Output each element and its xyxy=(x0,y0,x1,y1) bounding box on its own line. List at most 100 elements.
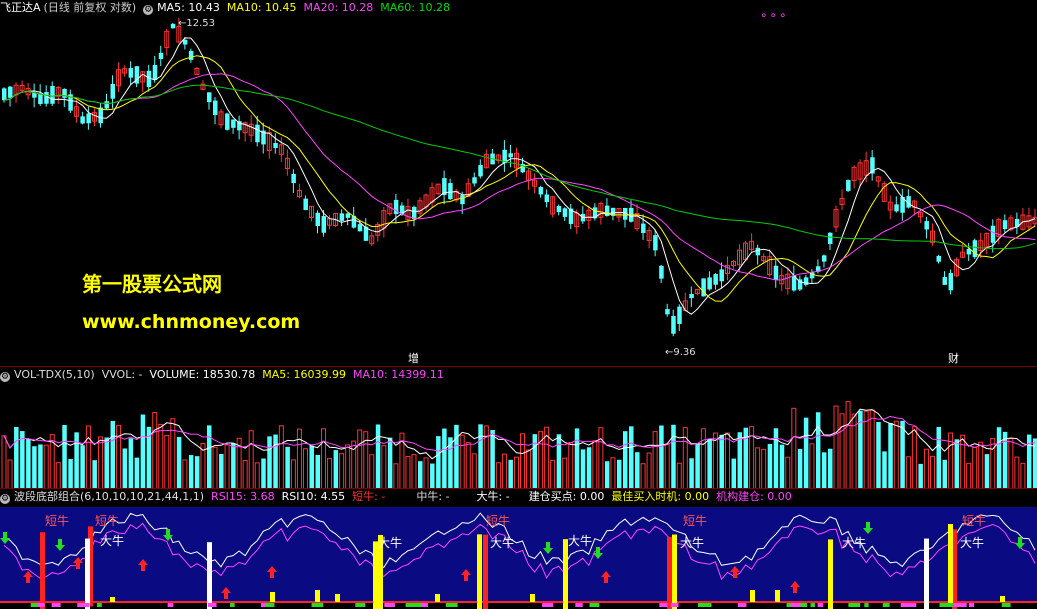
volume-bar-down xyxy=(490,430,495,489)
volume-bar-down xyxy=(309,445,314,489)
volume-bar-down xyxy=(128,438,134,489)
volume-bar-down xyxy=(92,460,97,489)
candle-down xyxy=(38,93,43,105)
volume-bar-up xyxy=(610,457,616,489)
volume-bar-up xyxy=(712,432,718,489)
candle-down xyxy=(478,165,483,177)
volume-bar-down xyxy=(194,456,200,489)
signal-bar xyxy=(563,539,568,609)
candle-down xyxy=(44,92,49,104)
candle-down xyxy=(538,187,544,195)
inst-build-readout: 机构建仓: 0.00 xyxy=(716,490,792,503)
volume-bar-down xyxy=(430,463,435,489)
bottom-tick xyxy=(311,603,324,607)
bottom-tick xyxy=(167,603,174,607)
candle-down xyxy=(158,52,164,60)
candle-down xyxy=(689,294,694,299)
indicator-background xyxy=(0,507,1037,602)
volume-bar-down xyxy=(659,425,664,489)
bottom-tick xyxy=(260,603,267,607)
volume-bar-down xyxy=(803,417,809,489)
candle-down xyxy=(1002,220,1008,230)
volume-bar-up xyxy=(495,462,501,489)
volume-bar-down xyxy=(110,421,116,489)
volume-bar-up xyxy=(640,463,646,489)
bottom-tick xyxy=(882,603,890,607)
volume-bar-down xyxy=(267,436,272,489)
volume-bar-up xyxy=(833,405,839,489)
candle-down xyxy=(936,255,942,262)
price-chart-panel[interactable]: 飞正达A (日线 前复权 对数) ⚙ MA5: 10.43 MA10: 10.45 MA2… xyxy=(0,0,1037,366)
bottom-tick xyxy=(944,603,950,607)
bottom-tick xyxy=(908,603,917,607)
settings-gear-icon[interactable]: ⚙ xyxy=(143,5,154,15)
event-marker-increase[interactable]: 增 xyxy=(408,350,419,366)
volume-gear-icon[interactable]: ⚙ xyxy=(0,372,10,382)
indicator-panel[interactable]: 短牛 短牛 大牛 大牛 短牛 大牛 大牛 短牛 大牛 大牛 短牛 大牛 ⚙ 波段底部组合(6,10,10… xyxy=(0,488,1037,609)
volume-bar-down xyxy=(140,414,146,489)
volume-bar-up xyxy=(700,428,706,489)
volume-bar-up xyxy=(345,444,351,489)
candle-down xyxy=(707,277,712,290)
signal-bar xyxy=(477,534,482,609)
small-signal-bar xyxy=(110,597,115,602)
bottom-tick xyxy=(810,603,815,607)
volume-bar-up xyxy=(170,418,176,489)
event-marker-finance[interactable]: 财 xyxy=(948,350,959,366)
bottom-tick xyxy=(800,603,808,607)
rsi10-readout: RSI10: 4.55 xyxy=(281,490,346,503)
volume-bar-up xyxy=(676,462,682,489)
candle-down xyxy=(303,198,308,211)
volume-bar-up xyxy=(526,449,532,489)
ma20-readout: MA20: 10.28 xyxy=(303,1,374,14)
stock-name: 飞正达A xyxy=(0,1,41,14)
signal-label: 大牛 xyxy=(568,533,592,548)
candle-down xyxy=(671,316,676,334)
watermark-title: 第一股票公式网 xyxy=(82,272,222,296)
candle-down xyxy=(32,92,37,98)
price-header: 飞正达A (日线 前复权 对数) ⚙ MA5: 10.43 MA10: 10.45 MA2… xyxy=(0,0,1037,16)
candle-down xyxy=(719,269,724,282)
candle-down xyxy=(604,205,610,216)
volume-bar-up xyxy=(55,462,61,489)
signal-label: 大牛 xyxy=(490,535,514,550)
small-signal-bar xyxy=(750,590,755,602)
volume-bar-up xyxy=(97,436,103,489)
signal-label: 短牛 xyxy=(95,513,119,528)
small-signal-bar xyxy=(435,594,440,602)
volume-bar-up xyxy=(471,453,477,489)
volume-bar-down xyxy=(900,420,905,489)
volume-bar-down xyxy=(134,457,140,489)
candle-down xyxy=(556,205,562,213)
bottom-tick xyxy=(229,603,235,607)
volume-bar-up xyxy=(152,412,158,489)
signal-label: 短牛 xyxy=(45,513,69,528)
candle-down xyxy=(821,255,827,262)
candle-down xyxy=(315,212,321,226)
signal-label: 大牛 xyxy=(842,535,866,550)
volume-bar-up xyxy=(405,455,411,489)
volume-bar-down xyxy=(104,437,109,489)
small-signal-bar xyxy=(315,590,320,602)
small-signal-bar xyxy=(775,590,780,602)
volume-bar-up xyxy=(254,462,260,489)
volume-panel[interactable]: ⚙ VOL-TDX(5,10) VVOL: - VOLUME: 18530.78 MA5… xyxy=(0,366,1037,489)
volume-bar-up xyxy=(520,433,525,489)
bottom-tick xyxy=(953,603,967,607)
volume-bar-up xyxy=(869,409,875,489)
volume-bar-up xyxy=(863,410,869,489)
volume-bar-up xyxy=(339,453,345,489)
volume-bar-down xyxy=(773,428,779,489)
volume-bar-down xyxy=(918,463,923,489)
volume-bar-down xyxy=(827,448,833,489)
candle-down xyxy=(803,277,809,285)
volume-bar-down xyxy=(671,424,676,489)
volume-bar-up xyxy=(845,401,851,489)
candle-down xyxy=(894,204,899,212)
volume-bar-down xyxy=(695,443,700,489)
volume-bar-down xyxy=(604,461,610,489)
volume-bar-up xyxy=(381,445,387,489)
volume-bar-down xyxy=(188,455,194,489)
volume-bar-down xyxy=(26,439,31,489)
indicator-gear-icon[interactable]: ⚙ xyxy=(0,494,10,504)
